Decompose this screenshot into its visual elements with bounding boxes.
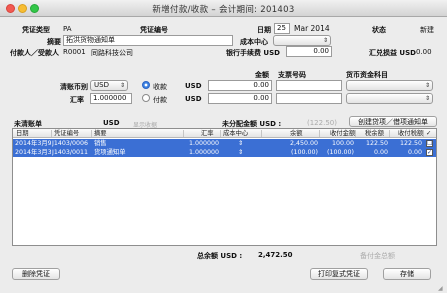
amount-header: 金额	[255, 71, 269, 79]
cell-desc: 销售	[94, 140, 107, 147]
col-check[interactable]: ✓	[426, 129, 431, 138]
cell-doc: J1403/0011	[52, 149, 89, 156]
bank-fee-label: 银行手续费 USD	[226, 49, 280, 57]
print-voucher-button[interactable]: 打印复式凭证	[310, 268, 368, 280]
payer-code[interactable]: R0001	[63, 48, 86, 56]
fund-account-header: 货币资金科目	[346, 71, 388, 79]
cell-payment[interactable]: 100.00	[320, 139, 354, 148]
cost-center-picker-icon[interactable]: ⇕	[238, 148, 244, 157]
voucher-type-value: PA	[63, 25, 72, 33]
row1-cheque-input[interactable]	[276, 80, 342, 91]
receive-label: 收款	[153, 83, 167, 91]
chevron-updown-icon: ⇕	[119, 82, 125, 89]
cell-date: 2014年3月9日	[15, 140, 51, 147]
rate-label: 汇率	[70, 96, 84, 104]
resize-grip-icon[interactable]: ◢	[438, 285, 443, 292]
row1-amount-input[interactable]: 0.00	[208, 80, 272, 91]
table-row[interactable]: 2014年3月30日 J1403/0011 货项通知单 1.000000 ⇕ (…	[13, 148, 436, 157]
list-currency: USD	[103, 119, 120, 127]
table-header: 日期 凭证编号 摘要 汇率 成本中心 余额 收付金额 税余额 收付税额 ✓	[13, 129, 436, 138]
currency-label: 清账币别	[60, 83, 88, 91]
create-note-button[interactable]: 创建贷项／借项通知单	[349, 116, 437, 127]
col-balance[interactable]: 余额	[290, 129, 303, 138]
col-cost-center[interactable]: 成本中心	[223, 129, 248, 138]
chevron-updown-icon: ⇕	[424, 82, 430, 89]
rate-input[interactable]: 1.000000	[90, 93, 132, 104]
row2-cheque-input[interactable]	[276, 93, 342, 104]
chevron-updown-icon: ⇕	[322, 37, 328, 44]
row2-currency: USD	[185, 95, 202, 103]
col-tax-payment[interactable]: 收付税额	[398, 129, 423, 138]
col-date[interactable]: 日期	[16, 129, 29, 138]
col-tax-balance[interactable]: 税余额	[365, 129, 384, 138]
cost-center-picker-icon[interactable]: ⇕	[238, 139, 244, 148]
chevron-updown-icon: ⇕	[424, 95, 430, 102]
exchange-diff-value: 0.00	[416, 48, 432, 56]
open-items-table: 日期 凭证编号 摘要 汇率 成本中心 余额 收付金额 税余额 收付税额 ✓ 20…	[12, 128, 437, 246]
window-title: 新增付款/收款 – 会计期间: 201403	[152, 5, 295, 15]
date-label: 日期	[257, 26, 271, 34]
status-value: 新建	[420, 26, 434, 34]
save-button[interactable]: 存储	[383, 268, 431, 280]
exchange-diff-label: 汇兑损益 USD	[369, 49, 416, 57]
row2-fund-account-select[interactable]: ⇕	[346, 93, 433, 104]
cost-center-select[interactable]: ⇕	[273, 35, 331, 46]
allocated-total-label: 备付金总额	[360, 252, 395, 260]
row1-currency: USD	[185, 82, 202, 90]
currency-value: USD	[94, 81, 109, 89]
col-desc[interactable]: 摘要	[94, 129, 107, 138]
cell-tax-balance: 0.00	[373, 149, 388, 156]
cell-tax-payment[interactable]: 122.50	[390, 139, 422, 148]
payer-name: 同路科技公司	[91, 49, 133, 57]
summary-label: 摘要	[47, 38, 61, 46]
summary-input[interactable]: 拓洪货物通知单	[63, 35, 233, 46]
voucher-type-label: 凭证类型	[22, 26, 50, 34]
col-doc[interactable]: 凭证编号	[54, 129, 79, 138]
total-balance-label: 总余额 USD :	[197, 252, 243, 260]
cost-center-label: 成本中心	[240, 38, 268, 46]
cell-payment[interactable]: (100.00)	[320, 148, 354, 157]
row2-amount-input[interactable]: 0.00	[208, 93, 272, 104]
unallocated-value: (122.50)	[307, 119, 337, 127]
pay-radio[interactable]	[142, 94, 150, 102]
bank-fee-input[interactable]: 0.00	[286, 46, 332, 57]
date-month-year[interactable]: Mar 2014	[294, 24, 330, 33]
cell-rate: 1.000000	[188, 140, 219, 147]
status-label: 状态	[372, 26, 386, 34]
date-day-field[interactable]: 25	[274, 23, 290, 34]
cell-balance: 2,450.00	[289, 140, 318, 147]
currency-select[interactable]: USD ⇕	[90, 80, 128, 91]
delete-voucher-button[interactable]: 删除凭证	[12, 268, 60, 280]
col-rate[interactable]: 汇率	[201, 129, 214, 138]
payer-label: 付款人／受款人	[10, 49, 59, 57]
cheque-header: 支票号码	[278, 71, 306, 79]
col-payment[interactable]: 收付金额	[330, 129, 355, 138]
cell-date: 2014年3月30日	[15, 149, 51, 156]
cell-doc: J1403/0006	[52, 140, 89, 147]
cell-tax-payment[interactable]: 0.00	[390, 148, 422, 157]
cell-tax-balance: 122.50	[365, 140, 388, 147]
total-balance-value: 2,472.50	[258, 251, 293, 259]
cell-balance: (100.00)	[291, 149, 318, 156]
row-checkbox[interactable]: ☐	[426, 140, 433, 147]
voucher-no-label: 凭证编号	[140, 26, 168, 34]
pay-label: 付款	[153, 96, 167, 104]
table-row[interactable]: 2014年3月9日 J1403/0006 销售 1.000000 ⇕ 2,450…	[13, 139, 436, 148]
cell-rate: 1.000000	[188, 149, 219, 156]
receive-radio[interactable]	[142, 81, 150, 89]
row1-fund-account-select[interactable]: ⇕	[346, 80, 433, 91]
row-checkbox[interactable]: ✓	[426, 149, 433, 156]
cell-desc: 货项通知单	[94, 149, 126, 156]
